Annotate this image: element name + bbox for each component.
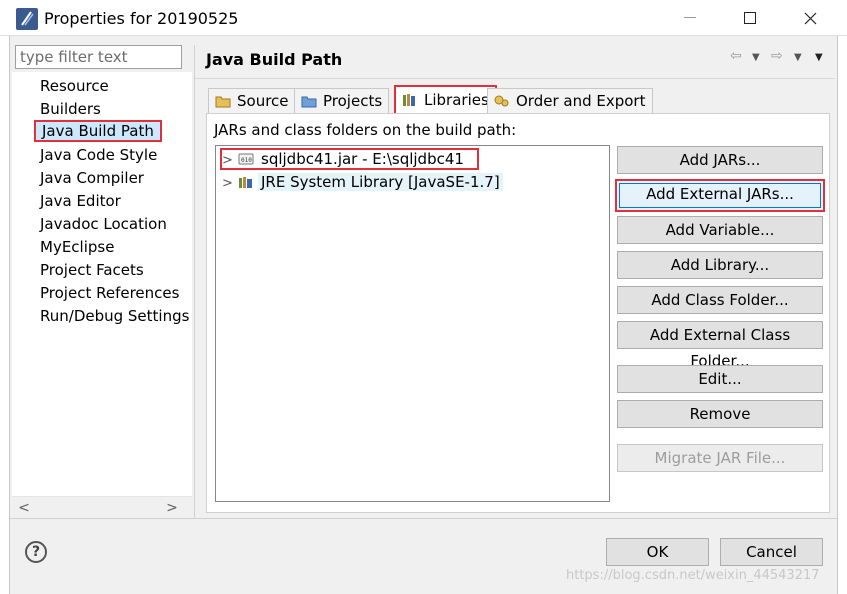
help-icon[interactable]: ? xyxy=(25,541,47,563)
add-variable-button[interactable]: Add Variable... xyxy=(617,216,823,244)
cancel-button[interactable]: Cancel xyxy=(720,538,823,566)
tab-projects-label: Projects xyxy=(323,92,383,110)
footer-divider xyxy=(10,518,837,519)
nav-item-resource[interactable]: Resource xyxy=(40,75,109,97)
ok-button[interactable]: OK xyxy=(606,538,709,566)
panel-divider xyxy=(194,45,195,518)
svg-text:010: 010 xyxy=(241,157,252,164)
maximize-button[interactable] xyxy=(720,0,780,36)
tab-libraries-label: Libraries xyxy=(424,91,489,109)
source-folder-icon xyxy=(215,91,231,108)
minimize-button[interactable] xyxy=(660,0,720,36)
forward-menu-chevron-icon[interactable]: ▼ xyxy=(794,52,802,63)
order-export-icon xyxy=(494,91,510,107)
tree-item-sqljdbc-jar[interactable]: > 010 sqljdbc41.jar - E:\sqljdbc41 xyxy=(220,148,479,170)
tab-order-and-export-label: Order and Export xyxy=(516,92,646,110)
nav-item-myeclipse[interactable]: MyEclipse xyxy=(40,236,114,258)
page-title: Java Build Path xyxy=(206,50,343,69)
title-bar: Properties for 20190525 xyxy=(0,0,847,36)
tab-source[interactable]: Source xyxy=(208,88,296,114)
close-button[interactable] xyxy=(780,0,840,36)
nav-horizontal-scrollbar[interactable]: < > xyxy=(12,496,192,518)
scroll-left-icon[interactable]: < xyxy=(14,497,34,519)
nav-item-javadoc-location[interactable]: Javadoc Location xyxy=(40,213,167,235)
forward-arrow-icon[interactable]: ⇨ xyxy=(771,48,783,64)
tab-order-and-export[interactable]: Order and Export xyxy=(487,88,653,114)
jar-icon: 010 xyxy=(238,152,254,166)
eclipse-app-icon xyxy=(16,8,38,30)
tab-source-label: Source xyxy=(237,92,289,110)
background-editor-right xyxy=(837,36,847,594)
back-menu-chevron-icon[interactable]: ▼ xyxy=(752,52,760,63)
header-divider xyxy=(195,78,835,79)
projects-icon xyxy=(301,91,317,108)
view-menu-chevron-icon[interactable]: ▼ xyxy=(815,52,823,63)
tab-libraries[interactable]: Libraries xyxy=(394,85,497,115)
add-external-jars-button[interactable]: Add External JARs... xyxy=(615,179,825,212)
migrate-jar-file-button: Migrate JAR File... xyxy=(617,444,823,472)
remove-button[interactable]: Remove xyxy=(617,400,823,428)
properties-nav-tree: Resource Builders Java Build Path Java C… xyxy=(12,72,192,518)
tree-item-label: JRE System Library [JavaSE-1.7] xyxy=(258,173,503,191)
expand-chevron-icon[interactable]: > xyxy=(222,152,238,170)
nav-item-project-facets[interactable]: Project Facets xyxy=(40,259,144,281)
back-arrow-icon[interactable]: ⇦ xyxy=(730,48,742,64)
filter-input[interactable] xyxy=(15,45,182,69)
library-icon xyxy=(238,173,254,188)
add-class-folder-button[interactable]: Add Class Folder... xyxy=(617,286,823,314)
watermark: https://blog.csdn.net/weixin_44543217 xyxy=(566,568,820,583)
libraries-section-label: JARs and class folders on the build path… xyxy=(214,121,517,139)
nav-item-builders[interactable]: Builders xyxy=(40,98,101,120)
window-title: Properties for 20190525 xyxy=(44,9,239,28)
libraries-tree[interactable]: > 010 sqljdbc41.jar - E:\sqljdbc41 > JRE… xyxy=(215,145,610,502)
nav-item-run-debug-settings[interactable]: Run/Debug Settings xyxy=(40,305,189,327)
add-external-class-folder-button[interactable]: Add External Class Folder... xyxy=(617,321,823,370)
close-icon xyxy=(804,12,816,24)
add-jars-button[interactable]: Add JARs... xyxy=(617,146,823,174)
tree-item-label: sqljdbc41.jar - E:\sqljdbc41 xyxy=(261,150,464,168)
add-library-button[interactable]: Add Library... xyxy=(617,251,823,279)
nav-item-project-references[interactable]: Project References xyxy=(40,282,179,304)
scroll-right-icon[interactable]: > xyxy=(162,497,182,519)
expand-chevron-icon[interactable]: > xyxy=(222,173,238,195)
edit-button[interactable]: Edit... xyxy=(617,365,823,393)
tree-item-jre-system-library[interactable]: > JRE System Library [JavaSE-1.7] xyxy=(222,171,503,193)
nav-item-java-compiler[interactable]: Java Compiler xyxy=(40,167,144,189)
background-editor-left xyxy=(0,36,10,594)
nav-item-java-editor[interactable]: Java Editor xyxy=(40,190,121,212)
nav-item-java-code-style[interactable]: Java Code Style xyxy=(40,144,157,166)
nav-item-java-build-path[interactable]: Java Build Path xyxy=(34,120,162,142)
libraries-icon xyxy=(402,89,418,106)
tab-projects[interactable]: Projects xyxy=(294,88,390,114)
